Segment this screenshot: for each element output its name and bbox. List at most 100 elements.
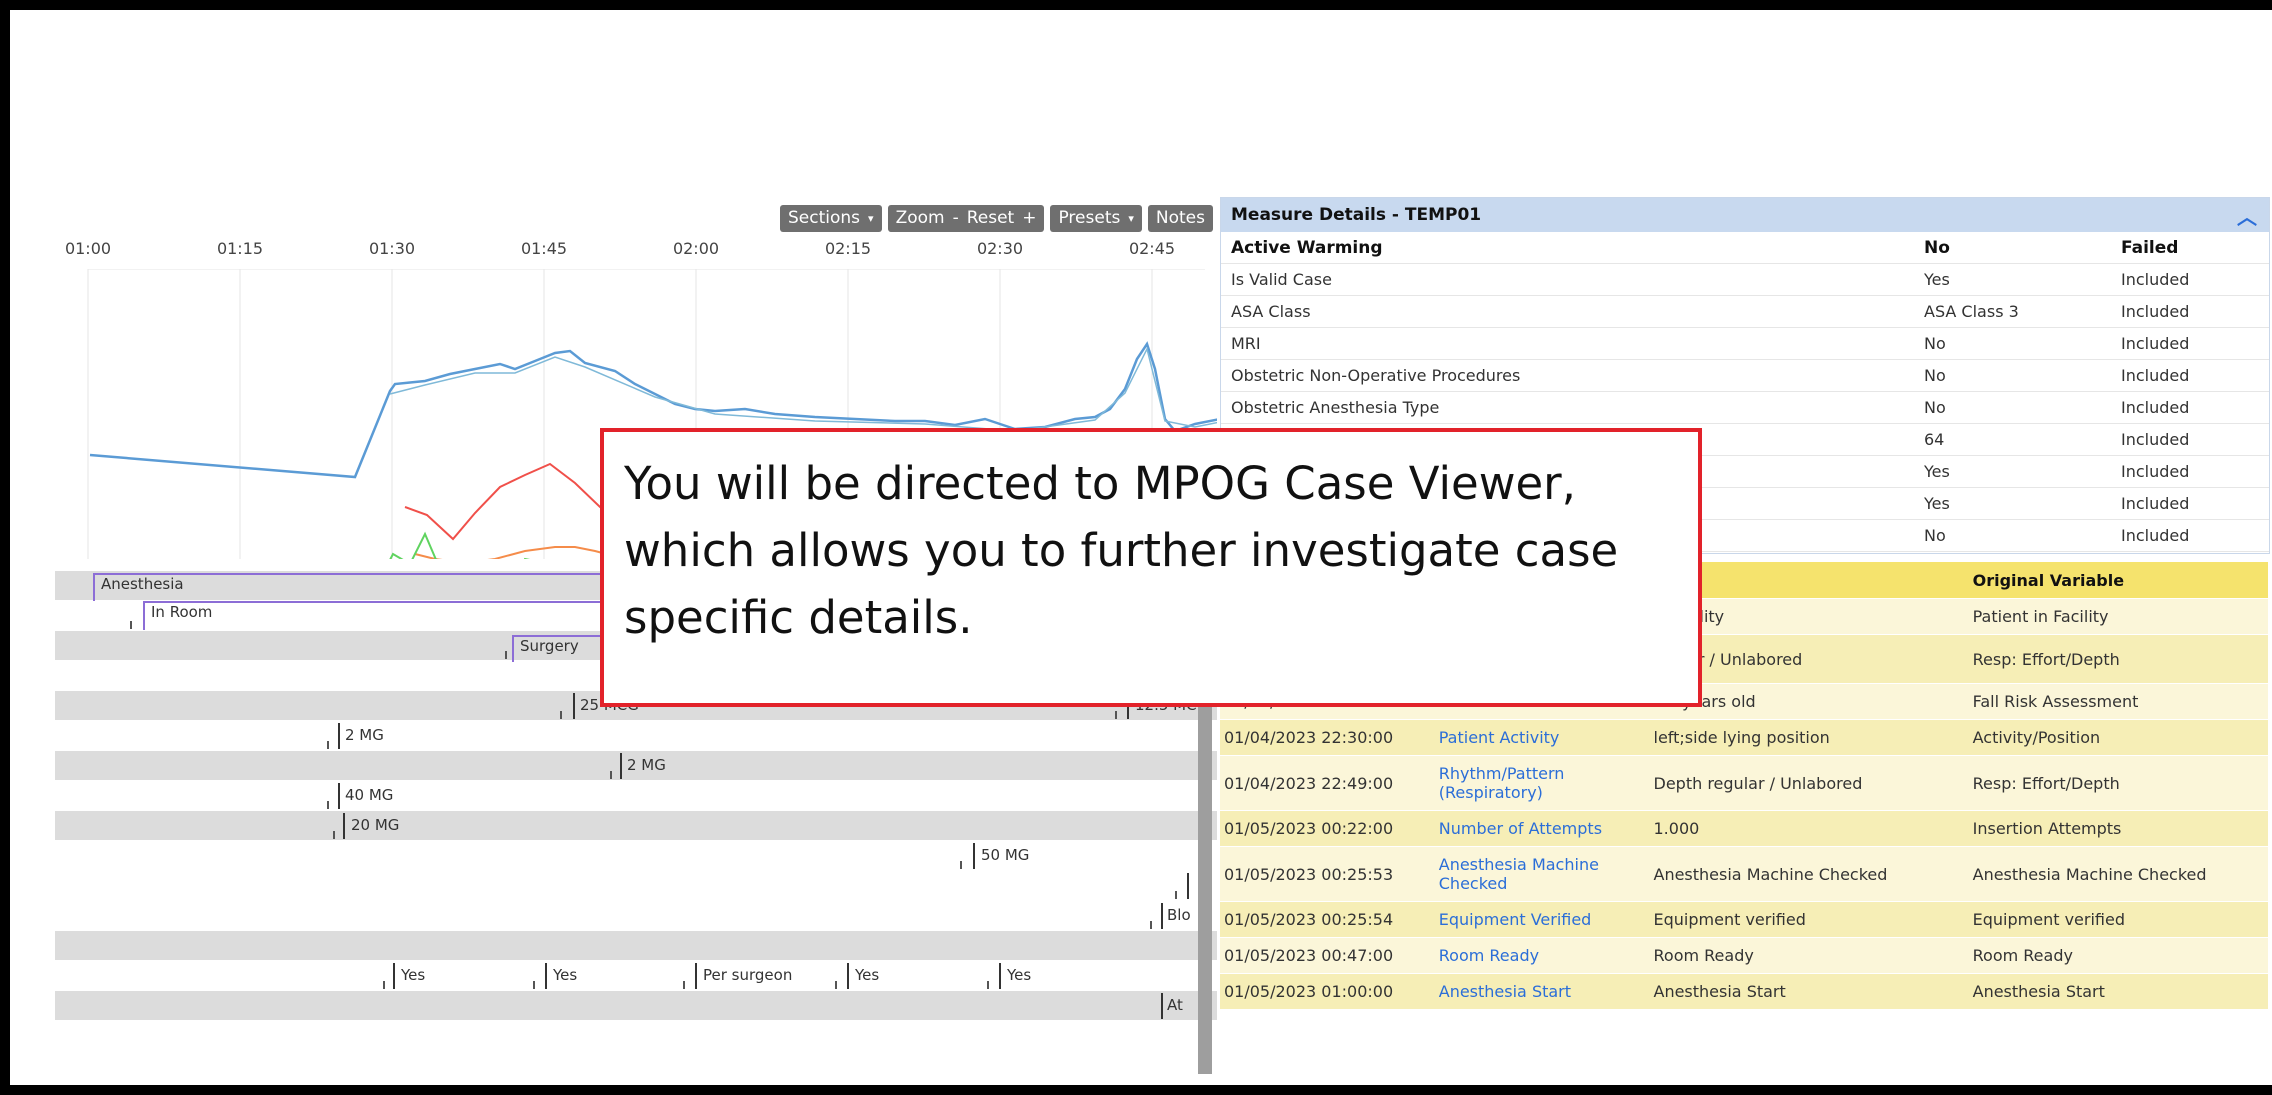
notes-label: Notes bbox=[1155, 208, 1205, 228]
event-name-link[interactable]: Number of Attempts bbox=[1431, 819, 1646, 838]
notes-button[interactable]: Notes bbox=[1147, 205, 1213, 232]
reset-button[interactable]: Reset bbox=[967, 205, 1015, 232]
dose-label: 2 MG bbox=[627, 756, 666, 774]
event-name-link[interactable]: Anesthesia Start bbox=[1431, 982, 1646, 1001]
event-marker bbox=[383, 981, 385, 989]
zoom-out-button[interactable]: - bbox=[953, 205, 959, 232]
event-value: Room Ready bbox=[1653, 946, 1754, 965]
event-marker bbox=[333, 831, 335, 839]
dose-marker[interactable] bbox=[1187, 873, 1189, 899]
measure-details-title: Measure Details - TEMP01 bbox=[1231, 205, 1482, 225]
dose-marker[interactable] bbox=[573, 693, 575, 719]
time-axis: 01:00 01:15 01:30 01:45 02:00 02:15 02:30 02:45 bbox=[55, 239, 1217, 269]
event-marker[interactable] bbox=[545, 963, 547, 989]
event-marker[interactable] bbox=[999, 963, 1001, 989]
dose-marker[interactable] bbox=[343, 813, 345, 839]
time-tick-label: 02:45 bbox=[1128, 239, 1176, 258]
event-value: Anesthesia Machine Checked bbox=[1653, 864, 1888, 884]
measure-cell: Included bbox=[2121, 462, 2190, 481]
sections-button[interactable]: Sections ▾ bbox=[780, 205, 882, 232]
event-marker bbox=[1115, 711, 1117, 719]
event-marker[interactable] bbox=[393, 963, 395, 989]
time-tick-label: 02:00 bbox=[672, 239, 720, 258]
event-name-link[interactable]: Patient Activity bbox=[1431, 728, 1646, 747]
dose-label: 2 MG bbox=[345, 726, 384, 744]
measure-cell: Yes bbox=[1924, 462, 1950, 481]
measure-table-header: Active Warming No Failed bbox=[1221, 232, 2269, 264]
chevron-up-icon[interactable]: ︿ bbox=[2237, 201, 2257, 230]
event-marker[interactable] bbox=[1161, 993, 1163, 1019]
dose-marker[interactable] bbox=[338, 783, 340, 809]
dose-marker[interactable] bbox=[1161, 903, 1163, 929]
zoom-label: Zoom bbox=[895, 208, 945, 228]
viewer-toolbar: Sections ▾ Zoom - Reset + Presets ▾ Note… bbox=[780, 205, 1213, 232]
caret-down-icon: ▾ bbox=[1128, 212, 1134, 225]
event-marker[interactable] bbox=[847, 963, 849, 989]
event-name-link[interactable]: Equipment Verified bbox=[1431, 910, 1646, 929]
event-name-link[interactable]: Rhythm/Pattern (Respiratory) bbox=[1431, 764, 1646, 802]
surgery-label: Surgery bbox=[520, 637, 579, 655]
zoom-in-button[interactable]: + bbox=[1022, 205, 1036, 232]
dose-marker[interactable] bbox=[973, 843, 975, 869]
measure-cell: Obstetric Non-Operative Procedures bbox=[1231, 366, 1521, 385]
event-marker bbox=[960, 861, 962, 869]
original-variable: Activity/Position bbox=[1972, 728, 2101, 747]
callout-box: You will be directed to MPOG Case Viewer… bbox=[600, 428, 1702, 707]
timeline-row: 50 MG bbox=[55, 841, 1217, 870]
event-label: Yes bbox=[1007, 966, 1032, 984]
event-value: left;side lying position bbox=[1653, 728, 1830, 747]
measure-cell: Included bbox=[2121, 334, 2190, 353]
event-row: 01/05/2023 01:00:00 Anesthesia Start Anest… bbox=[1220, 974, 2268, 1010]
measure-cell: Yes bbox=[1924, 270, 1950, 289]
callout-text: You will be directed to MPOG Case Viewer… bbox=[624, 457, 1619, 644]
measure-cell: Included bbox=[2121, 430, 2190, 449]
column-header: No bbox=[1924, 237, 1950, 258]
dose-label: 50 MG bbox=[981, 846, 1030, 864]
measure-cell: No bbox=[1924, 398, 1946, 417]
measure-row: Is Valid Case Yes Included bbox=[1221, 264, 2269, 296]
timeline-row bbox=[55, 931, 1217, 960]
dose-label: Blo bbox=[1167, 906, 1191, 924]
dose-marker[interactable] bbox=[620, 753, 622, 779]
event-marker bbox=[327, 801, 329, 809]
event-value: Equipment verified bbox=[1653, 910, 1806, 929]
timeline-row: At bbox=[55, 991, 1217, 1020]
event-value: Anesthesia Start bbox=[1653, 982, 1786, 1001]
event-row: 01/04/2023 22:49:00 Rhythm/Pattern (Respi… bbox=[1220, 756, 2268, 811]
time-tick-label: 01:15 bbox=[216, 239, 264, 258]
event-marker bbox=[1175, 891, 1177, 899]
orange-series-line bbox=[414, 546, 626, 559]
column-header-original-variable[interactable]: Original Variable bbox=[1965, 571, 2268, 590]
zoom-group: Zoom - Reset + bbox=[887, 205, 1045, 232]
event-time: 01/05/2023 00:22:00 bbox=[1224, 819, 1394, 838]
time-tick-label: 01:45 bbox=[520, 239, 568, 258]
measure-cell: Included bbox=[2121, 366, 2190, 385]
original-variable: Equipment verified bbox=[1972, 910, 2125, 929]
timeline-row: Blo bbox=[55, 901, 1217, 930]
dose-label: 20 MG bbox=[351, 816, 400, 834]
presets-button[interactable]: Presets ▾ bbox=[1050, 205, 1142, 232]
event-marker bbox=[533, 981, 535, 989]
dose-marker[interactable] bbox=[338, 723, 340, 749]
event-row: 01/04/2023 22:30:00 Patient Activity left;… bbox=[1220, 720, 2268, 756]
event-time: 01/05/2023 00:25:54 bbox=[1224, 910, 1394, 929]
event-value: 1.000 bbox=[1653, 819, 1700, 838]
event-time: 01/04/2023 22:49:00 bbox=[1224, 773, 1394, 793]
measure-cell: No bbox=[1924, 526, 1946, 545]
event-marker[interactable] bbox=[695, 963, 697, 989]
measure-cell: MRI bbox=[1231, 334, 1261, 353]
event-marker bbox=[835, 981, 837, 989]
event-name-link[interactable]: Room Ready bbox=[1431, 946, 1646, 965]
event-name-link[interactable]: Anesthesia Machine Checked bbox=[1431, 855, 1646, 893]
measure-cell: Obstetric Anesthesia Type bbox=[1231, 398, 1440, 417]
measure-cell: 64 bbox=[1924, 430, 1945, 449]
event-label: Yes bbox=[401, 966, 426, 984]
time-tick-label: 02:15 bbox=[824, 239, 872, 258]
measure-cell: No bbox=[1924, 366, 1946, 385]
column-header: Active Warming bbox=[1231, 237, 1383, 258]
measure-cell: Included bbox=[2121, 494, 2190, 513]
timeline-row: 2 MG bbox=[55, 721, 1217, 750]
original-variable: Resp: Effort/Depth bbox=[1972, 649, 2120, 669]
event-marker bbox=[683, 981, 685, 989]
measure-cell: Included bbox=[2121, 398, 2190, 417]
